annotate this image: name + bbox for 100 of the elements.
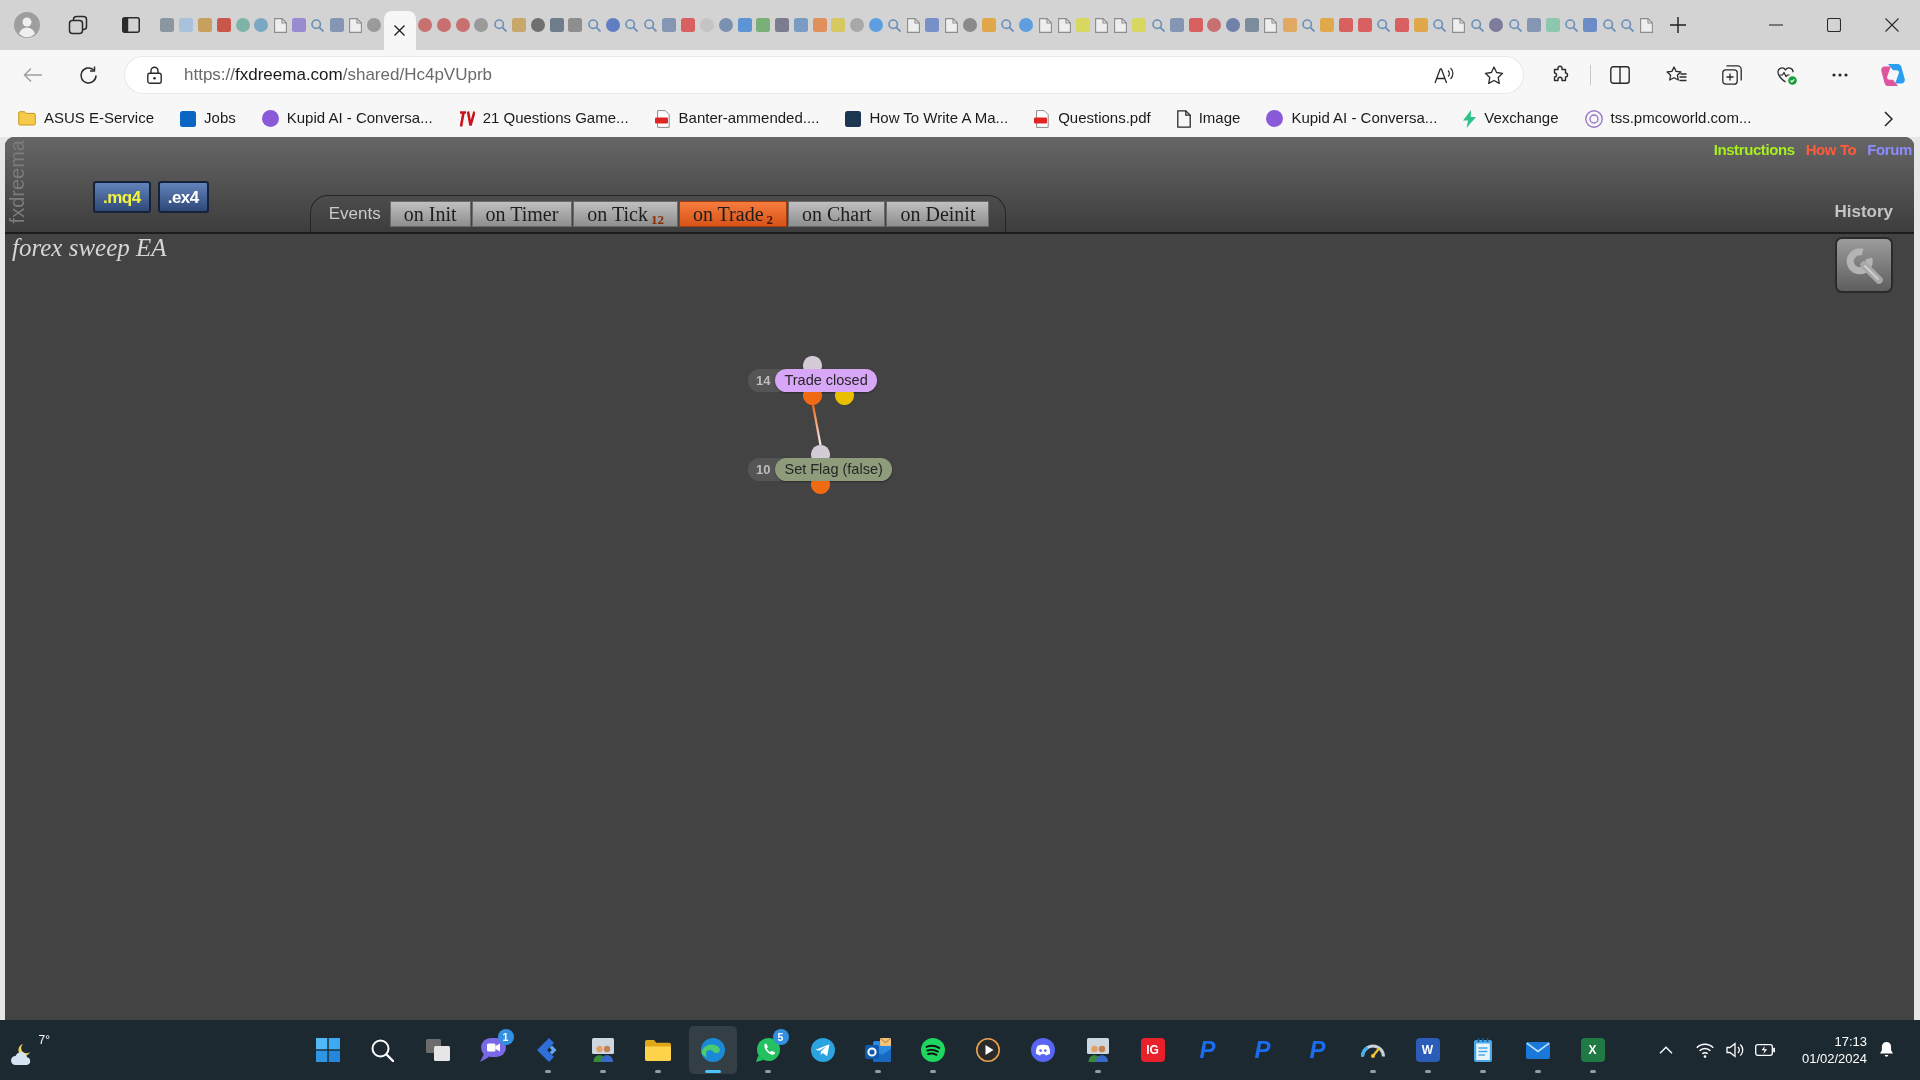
node-label[interactable]: Trade closed — [775, 369, 877, 392]
taskbar-app-button[interactable]: W — [1403, 1026, 1452, 1074]
four-squares-icon — [315, 1038, 340, 1062]
event-tab[interactable]: on Deinit — [886, 201, 990, 227]
wave-circle-icon — [700, 1038, 725, 1062]
letter-logo: P — [1309, 1037, 1326, 1063]
paper-plane-icon — [810, 1038, 835, 1062]
gauge-icon — [1360, 1042, 1385, 1058]
page-icon — [1176, 109, 1191, 128]
bookmark-item[interactable]: Kupid AI - Conversa... — [1262, 105, 1442, 132]
bell-icon[interactable] — [1879, 1042, 1894, 1058]
event-tab[interactable]: on Chart — [788, 201, 886, 227]
battery-icon[interactable] — [1754, 1044, 1775, 1056]
address-bar[interactable]: https://fxdreema.com/shared/Hc4pVUprb — [125, 57, 1523, 93]
letter-logo: P — [1254, 1037, 1271, 1063]
document-icon — [1034, 109, 1051, 128]
browser-tab[interactable] — [383, 11, 416, 50]
workspaces-icon[interactable] — [68, 15, 88, 35]
bookmark-item[interactable]: tss.pmcoworld.com... — [1580, 105, 1756, 132]
speaker-icon[interactable] — [1725, 1042, 1744, 1058]
sound-arcs-icon — [920, 1038, 945, 1062]
clock-time: 17:13 — [1834, 1033, 1867, 1050]
search-icon — [644, 18, 657, 32]
back-arrow-icon[interactable] — [23, 67, 43, 83]
search-icon — [1565, 18, 1579, 32]
star-icon[interactable] — [1484, 65, 1504, 85]
bookmark-item[interactable]: How To Write A Ma... — [841, 105, 1013, 132]
wifi-icon[interactable] — [1695, 1042, 1714, 1058]
vertical-tabs-icon[interactable] — [122, 17, 140, 33]
input-pin-icon[interactable] — [810, 445, 830, 458]
favorites-list-icon[interactable] — [1666, 66, 1687, 84]
event-tab[interactable]: on Tick$_{12}$ — [573, 201, 678, 227]
history-link[interactable]: History — [1834, 202, 1893, 222]
bookmark-item[interactable]: Questions.pdf — [1030, 105, 1155, 132]
wrench-icon — [1845, 246, 1883, 284]
split-screen-icon[interactable] — [1610, 66, 1630, 84]
close-icon[interactable] — [1885, 18, 1899, 32]
lock-icon[interactable] — [147, 66, 162, 84]
swirl-icon[interactable] — [1881, 64, 1905, 86]
search-icon — [371, 1038, 394, 1062]
node-number: 10 — [755, 461, 772, 479]
refresh-icon[interactable] — [79, 65, 98, 85]
bookmark-item[interactable]: 21 Questions Game... — [454, 105, 633, 132]
page-icon — [273, 17, 287, 33]
file-type-button[interactable]: .ex4 — [157, 181, 209, 213]
read-aloud-icon[interactable] — [1434, 66, 1454, 84]
phone-bubble-icon — [755, 1038, 780, 1062]
taskbar-app-button[interactable] — [688, 1026, 737, 1074]
page-icon — [1057, 17, 1071, 33]
input-pin-icon[interactable] — [803, 356, 822, 369]
envelope-tile-icon — [864, 1038, 891, 1062]
bookmark-item[interactable]: Image — [1172, 105, 1245, 132]
search-icon — [1602, 18, 1616, 32]
notepad-icon — [1473, 1038, 1492, 1062]
avatar-icon[interactable] — [14, 12, 40, 38]
bookmark-item[interactable]: Banter-ammended.... — [650, 105, 824, 132]
document-icon — [654, 109, 671, 128]
search-icon — [625, 18, 639, 32]
output-pin-icon[interactable] — [803, 392, 822, 405]
header-link[interactable]: Instructions — [1713, 141, 1795, 159]
chevron-right-icon[interactable] — [1884, 110, 1893, 127]
collections-icon[interactable] — [1722, 65, 1742, 85]
heart-pulse-icon[interactable] — [1776, 65, 1797, 85]
plus-icon[interactable] — [1670, 17, 1687, 33]
search-icon — [1301, 18, 1315, 32]
output-pin-icon[interactable] — [810, 481, 830, 494]
file-type-button[interactable]: .mq4 — [93, 181, 151, 213]
page-icon — [1038, 17, 1052, 33]
taskbar-app-button[interactable]: IG — [1128, 1026, 1177, 1074]
clock-date: 01/02/2024 — [1801, 1050, 1867, 1067]
output-pin-icon[interactable] — [835, 392, 854, 405]
search-icon — [1001, 18, 1015, 32]
page-icon — [1640, 17, 1654, 33]
search-icon — [1471, 18, 1485, 32]
event-tab[interactable]: on Init — [389, 201, 471, 227]
tools-button[interactable] — [1835, 237, 1893, 293]
chevron-up-icon[interactable] — [1658, 1046, 1673, 1054]
letter-logo: IG — [1140, 1038, 1165, 1062]
weather-button[interactable]: 7° — [10, 1033, 48, 1067]
more-icon[interactable] — [1832, 73, 1848, 77]
event-tab[interactable]: on Timer — [471, 201, 573, 227]
search-icon — [1377, 18, 1391, 32]
close-icon — [394, 25, 406, 36]
folder-icon — [18, 111, 36, 126]
taskbar-app-button[interactable]: X — [1568, 1026, 1617, 1074]
event-tab[interactable]: on Trade$_{2}$ — [678, 201, 788, 227]
page-icon — [944, 17, 958, 33]
bookmark-item[interactable]: Kupid AI - Conversa... — [257, 105, 437, 132]
notification-count: 1 — [497, 1029, 514, 1045]
maximize-icon[interactable] — [1827, 18, 1841, 32]
page-icon — [1452, 17, 1466, 33]
search-icon — [1508, 18, 1522, 32]
bookmark-item[interactable]: Vexchange — [1459, 105, 1563, 132]
search-icon — [888, 18, 902, 32]
bookmark-item[interactable]: Jobs — [176, 105, 240, 132]
node-label[interactable]: Set Flag (false) — [775, 458, 892, 481]
project-title: forex sweep EA — [12, 234, 167, 262]
connection-line — [810, 405, 822, 445]
bookmark-item[interactable]: ASUS E-Service — [14, 105, 159, 132]
page-icon — [907, 17, 921, 33]
